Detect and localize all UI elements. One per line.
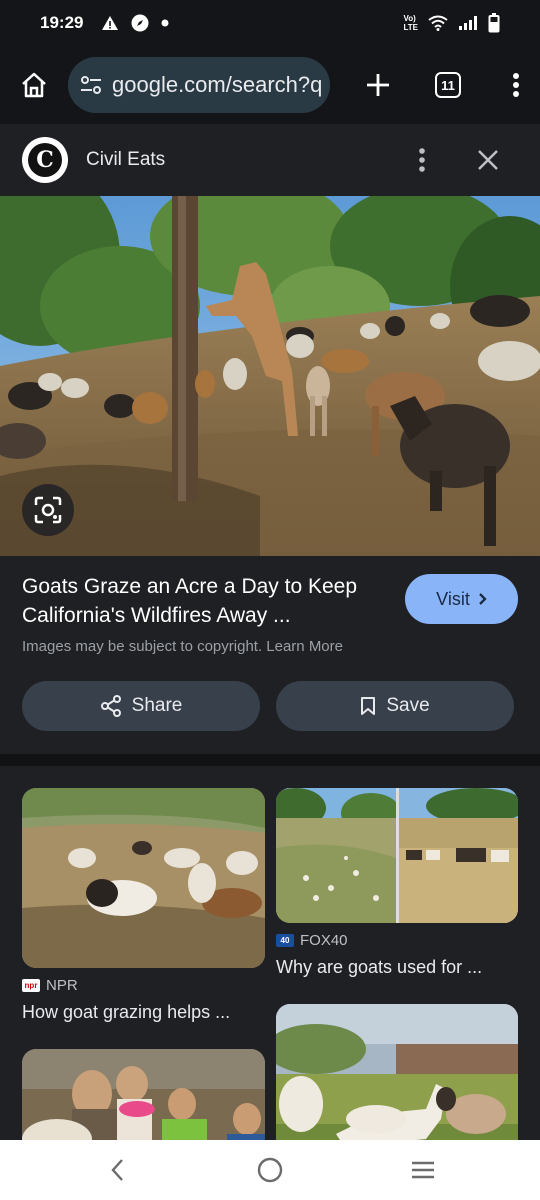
notification-dot-icon [161,19,169,27]
battery-icon [488,13,500,33]
more-vert-icon [513,73,519,97]
share-label: Share [131,695,183,716]
tabs-icon: 11 [435,72,461,98]
save-button[interactable]: Save [276,681,514,731]
result-source-npr: npr NPR [22,977,78,994]
lens-button[interactable] [22,484,74,536]
close-icon [478,150,498,170]
preview-title[interactable]: Goats Graze an Acre a Day to Keep Califo… [22,572,392,630]
new-tab-button[interactable] [356,63,400,107]
wifi-icon [428,15,448,31]
back-button[interactable] [87,1145,147,1195]
home-nav-icon [257,1157,283,1183]
close-preview-button[interactable] [466,138,510,182]
status-bar: 19:29 Vo) LTE [0,0,540,46]
share-button[interactable]: Share [22,681,260,731]
npr-logo-icon: npr [22,979,40,992]
alert-icon [102,16,119,30]
browser-toolbar: google.com/search?q 11 [0,46,540,124]
preview-menu-button[interactable] [400,138,444,182]
result-thumbnail-4[interactable] [276,1004,518,1140]
fox40-logo-icon: 40 [276,934,294,947]
site-logo[interactable]: C [22,137,68,183]
preview-image[interactable] [0,196,540,556]
recents-button[interactable] [393,1145,453,1195]
visit-label: Visit [436,588,470,609]
recents-icon [412,1161,435,1179]
plus-icon [367,74,389,96]
visit-button[interactable]: Visit [405,574,518,624]
image-results-grid: npr NPR How goat grazing helps ... 40 FO… [0,766,540,1140]
lens-icon [34,496,62,524]
url-bar[interactable]: google.com/search?q [68,57,330,113]
tab-switcher-button[interactable]: 11 [426,63,470,107]
copyright-notice[interactable]: Images may be subject to copyright. Lear… [22,638,343,655]
preview-header: C Civil Eats [0,124,540,196]
result-source-fox40: 40 FOX40 [276,932,348,949]
site-settings-icon[interactable] [80,75,102,95]
chevron-right-icon [479,593,487,605]
section-divider [0,754,540,766]
volte-indicator: Vo) LTE [403,14,418,32]
status-time: 19:29 [40,13,84,32]
result-caption-npr[interactable]: How goat grazing helps ... [22,1002,230,1023]
save-label: Save [386,695,430,716]
result-thumbnail-npr[interactable] [22,788,265,968]
home-button[interactable] [12,63,56,107]
result-thumbnail-3[interactable] [22,1049,265,1140]
image-preview-panel: C Civil Eats Goats Graze an Acre a Day t… [0,124,540,754]
bookmark-icon [361,697,376,715]
signal-icon [459,16,477,30]
home-icon [22,72,46,98]
system-navigation-bar [0,1140,540,1200]
result-thumbnail-fox40[interactable] [276,788,518,923]
browser-menu-button[interactable] [494,63,538,107]
site-name[interactable]: Civil Eats [86,149,165,171]
more-vert-icon [419,148,425,172]
compass-icon [131,14,149,32]
share-icon [100,695,121,717]
url-text[interactable]: google.com/search?q [112,72,322,98]
back-icon [111,1159,123,1181]
home-nav-button[interactable] [240,1145,300,1195]
result-caption-fox40[interactable]: Why are goats used for ... [276,957,482,978]
